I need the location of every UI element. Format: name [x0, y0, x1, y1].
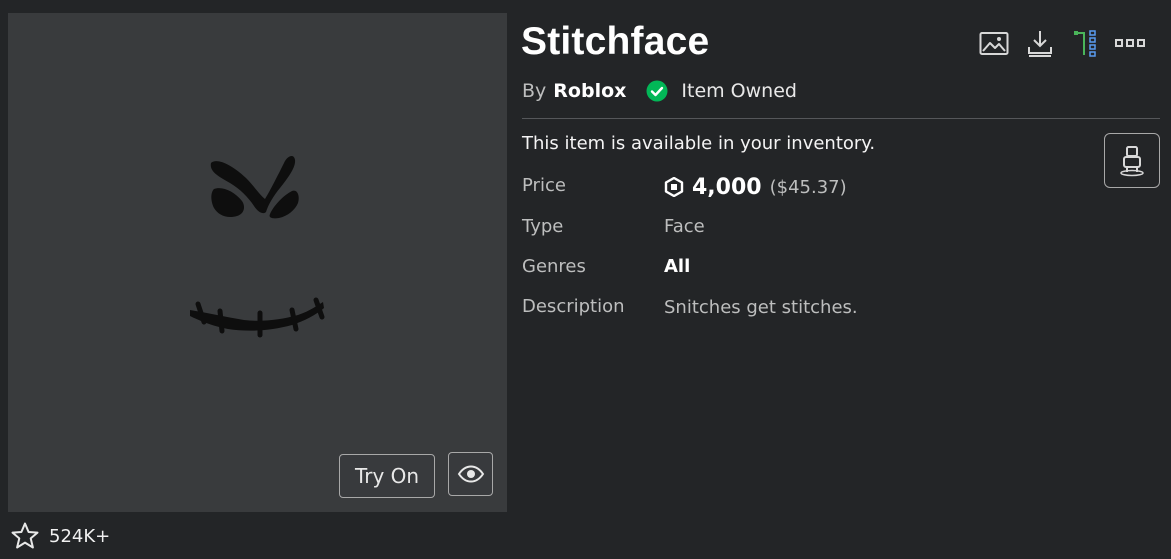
- price-amount: 4,000: [692, 174, 762, 200]
- hierarchy-icon: [1074, 30, 1096, 57]
- star-icon[interactable]: [10, 521, 40, 551]
- item-title: Stitchface: [521, 20, 710, 63]
- type-value: Face: [664, 216, 705, 237]
- availability-message: This item is available in your inventory…: [522, 133, 876, 154]
- face-image: [190, 156, 325, 338]
- price-label: Price: [522, 175, 566, 196]
- type-label: Type: [522, 216, 564, 237]
- more-options-button[interactable]: [1114, 28, 1146, 60]
- divider: [522, 118, 1160, 119]
- byline: By Roblox Item Owned: [522, 78, 797, 104]
- image-icon: [979, 32, 1009, 55]
- item-owned-label: Item Owned: [681, 80, 797, 102]
- try-on-button[interactable]: Try On: [339, 454, 435, 498]
- avatar-preview-button[interactable]: [1104, 133, 1160, 188]
- favorite-control[interactable]: 524K+: [10, 521, 110, 551]
- favorites-count: 524K+: [49, 525, 111, 547]
- by-label: By: [522, 80, 547, 102]
- preview-toggle-button[interactable]: [448, 452, 493, 496]
- creator-link[interactable]: Roblox: [553, 80, 626, 102]
- download-button[interactable]: [1024, 28, 1056, 60]
- price-value: 4,000 ($45.37): [664, 173, 847, 201]
- item-toolbar: [978, 28, 1146, 60]
- robux-icon: [664, 177, 684, 197]
- genres-label: Genres: [522, 256, 586, 277]
- description-label: Description: [522, 296, 625, 317]
- avatar-icon: [1120, 145, 1144, 176]
- hierarchy-button[interactable]: [1070, 28, 1102, 60]
- download-icon: [1028, 31, 1052, 57]
- eye-icon: [457, 465, 484, 483]
- description-value: Snitches get stitches.: [664, 297, 858, 318]
- view-image-button[interactable]: [978, 28, 1010, 60]
- item-thumbnail: Try On: [8, 13, 507, 512]
- price-usd: ($45.37): [769, 176, 847, 198]
- owned-checkmark-icon: [646, 80, 668, 102]
- more-icon: [1115, 39, 1145, 47]
- genre-link[interactable]: All: [664, 256, 690, 277]
- item-details-page: Try On 524K+ Stitchface By Roblox Item O…: [0, 0, 1171, 559]
